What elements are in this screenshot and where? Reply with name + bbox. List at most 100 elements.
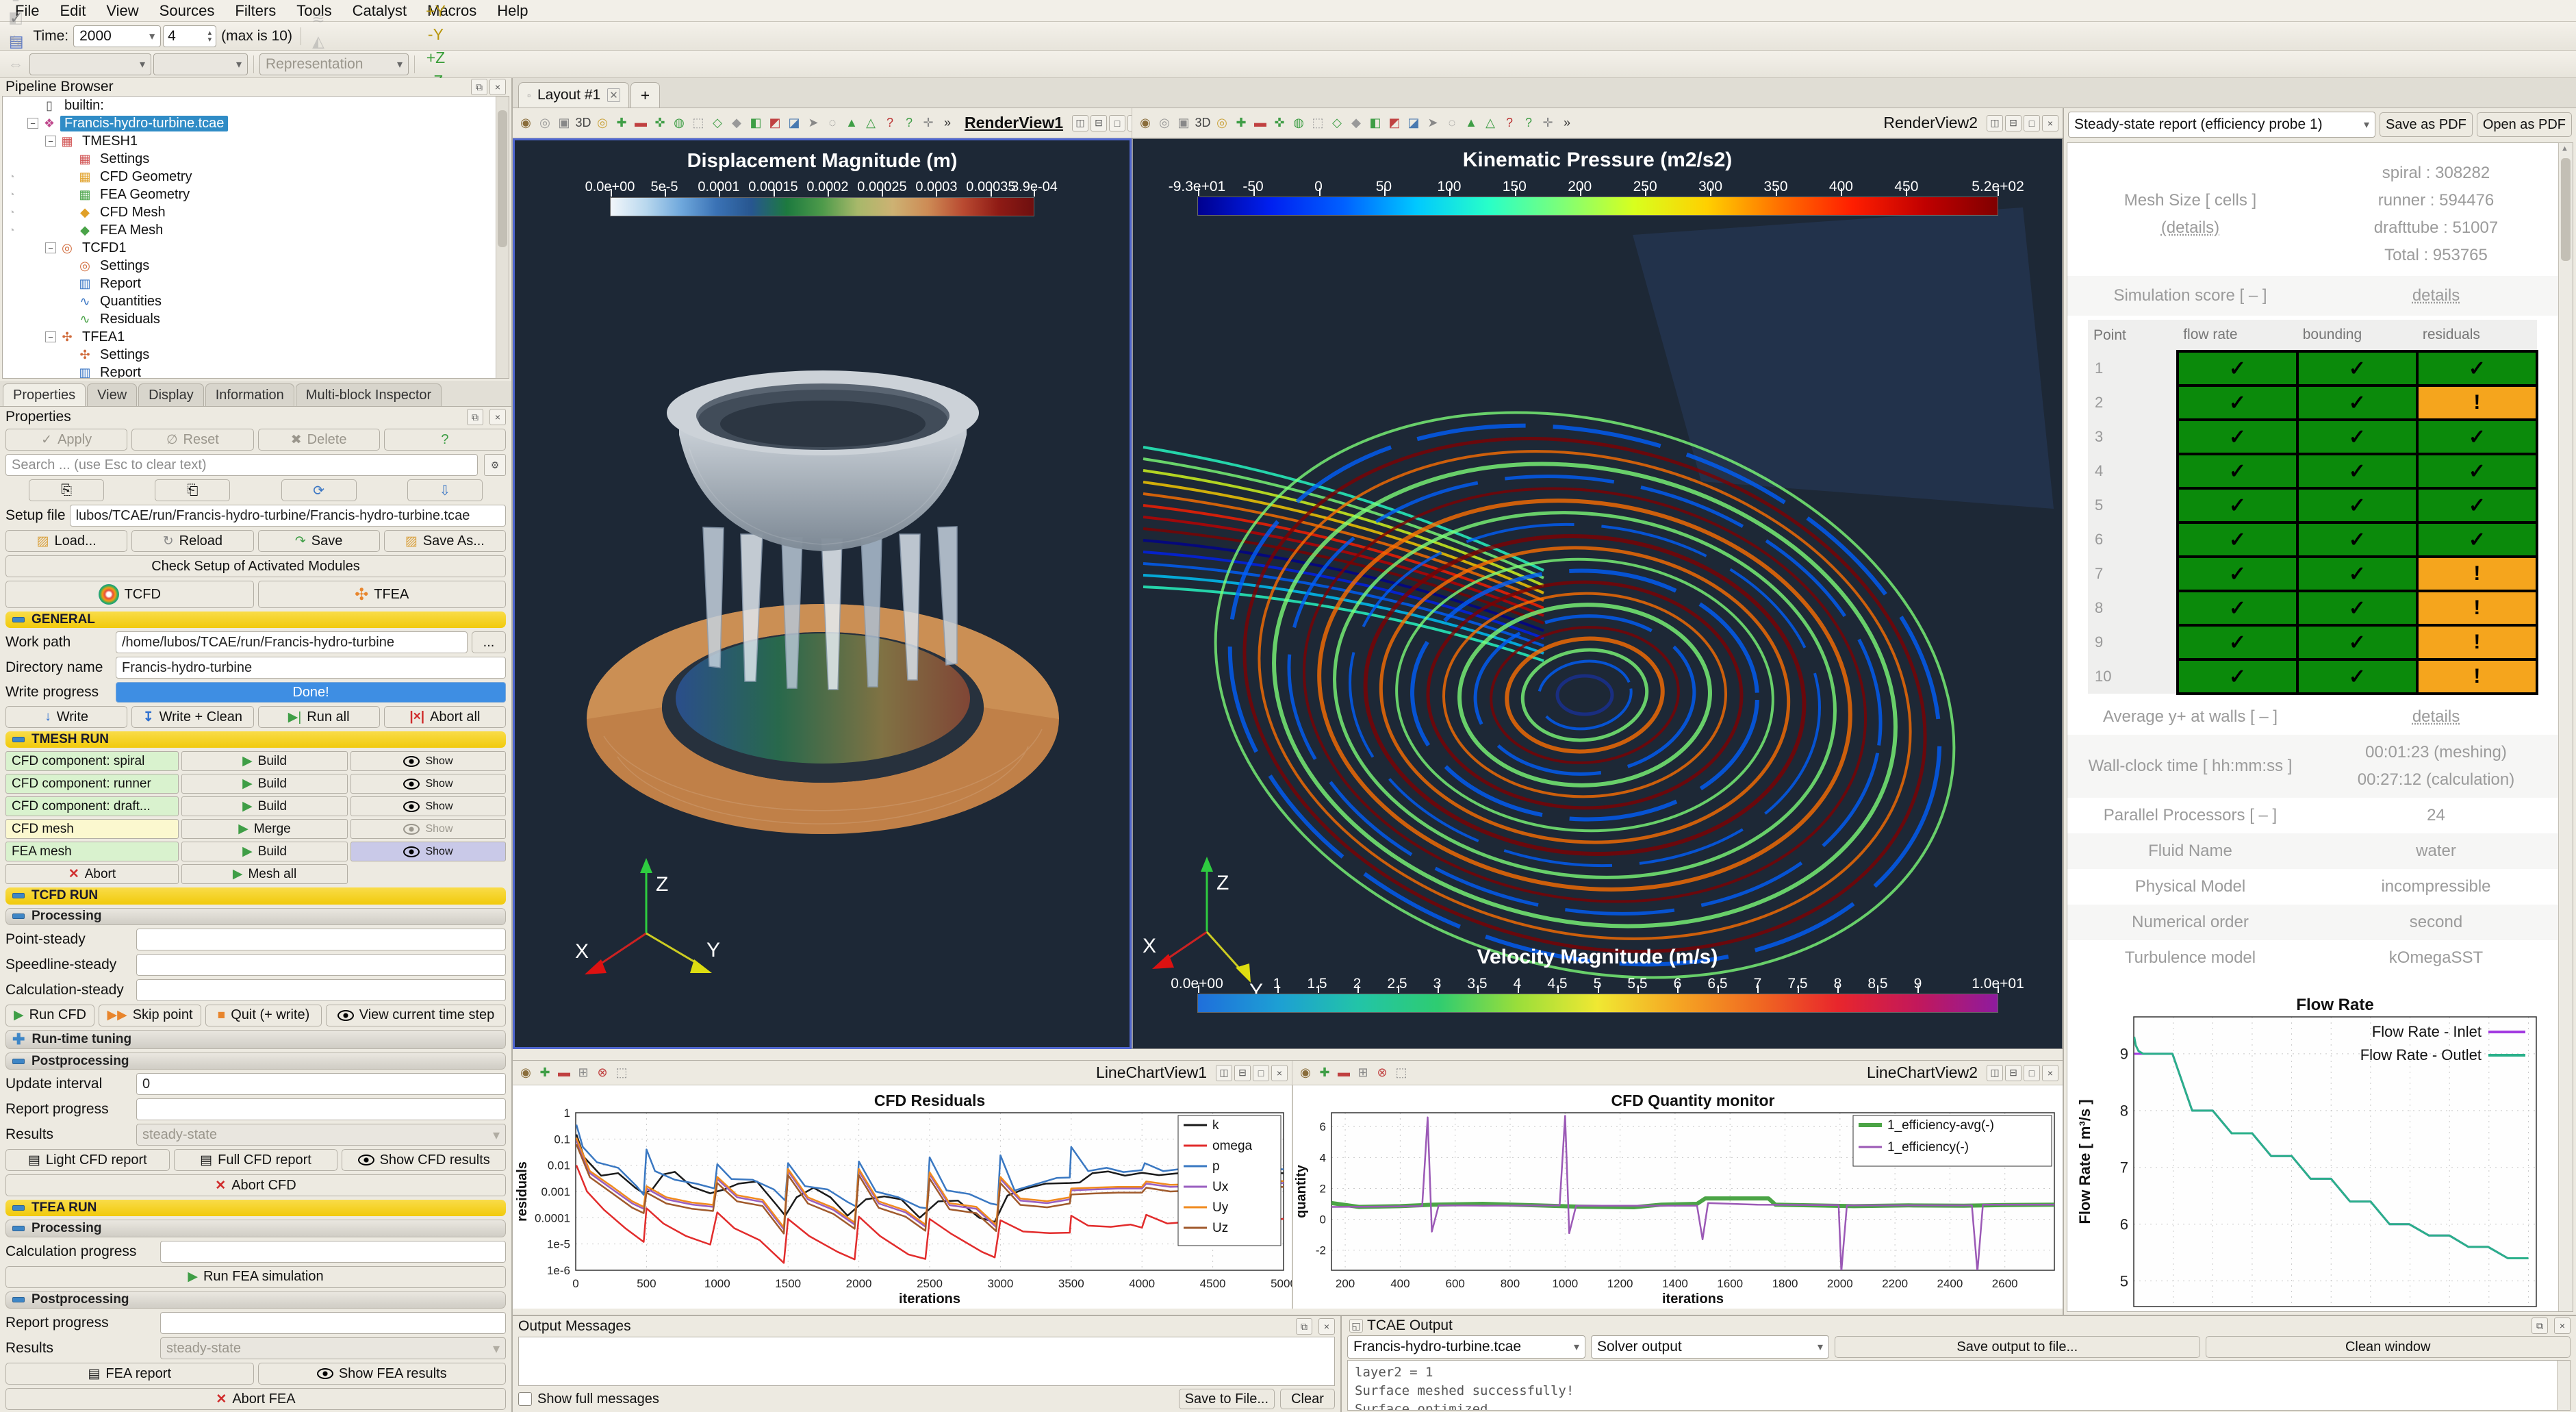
build-button[interactable]: ▶Build	[181, 842, 348, 861]
add-selection-icon[interactable]: ✚	[613, 114, 630, 132]
work-path-input[interactable]	[116, 631, 468, 653]
eye-icon[interactable]: ◔	[3, 189, 21, 201]
save-defaults-icon[interactable]: ⇩	[407, 479, 483, 501]
select-frustum-points-icon[interactable]: ◆	[728, 114, 745, 132]
split-horizontal-icon[interactable]: ◫	[1987, 115, 2003, 131]
light-cfd-report-button[interactable]: ▤Light CFD report	[5, 1149, 170, 1171]
grow-selection-icon[interactable]: ▲	[843, 114, 860, 132]
float-panel-icon[interactable]: ⧉	[2532, 1318, 2548, 1334]
time-value-combo[interactable]: 2000▾	[73, 25, 161, 47]
split-horizontal-icon[interactable]: ◫	[1072, 115, 1088, 131]
renderview2-title[interactable]: RenderView2	[1883, 114, 1978, 132]
camera-icon[interactable]: ▣	[1175, 114, 1193, 132]
show-button[interactable]: Show	[350, 796, 506, 816]
tab-display[interactable]: Display	[138, 383, 204, 406]
pipeline-item-report[interactable]: ▥Report	[3, 275, 509, 292]
interactive-cells-icon[interactable]: ◩	[766, 114, 784, 132]
hover-cells-icon[interactable]: ➤	[1424, 114, 1442, 132]
clear-chart-icon[interactable]: ⊗	[594, 1064, 611, 1082]
check-setup-button[interactable]: Check Setup of Activated Modules	[5, 555, 506, 577]
select-frustum-points-icon[interactable]: ◆	[1347, 114, 1365, 132]
add-view-icon[interactable]: ✚	[536, 1064, 554, 1082]
close-layout-icon[interactable]: ✕	[607, 88, 620, 102]
plus-y-icon[interactable]: +Y	[420, 0, 451, 23]
save-to-file-button[interactable]: Save to File...	[1179, 1389, 1275, 1409]
hover-points-icon[interactable]: ◌	[824, 114, 841, 132]
close-panel-icon[interactable]: ×	[2554, 1318, 2571, 1334]
menu-help[interactable]: Help	[487, 1, 537, 21]
hover-cells-icon[interactable]: ➤	[804, 114, 822, 132]
tcfd-module-button[interactable]: TCFD	[5, 581, 254, 608]
save-as-pdf-button[interactable]: Save as PDF	[2380, 112, 2473, 137]
tab-properties[interactable]: Properties	[3, 383, 86, 406]
browse-button[interactable]: ...	[472, 631, 506, 653]
maximize-icon[interactable]: □	[2024, 115, 2040, 131]
select-surface-cells-icon[interactable]: ◍	[1290, 114, 1308, 132]
zoom-box-icon[interactable]: ◎	[594, 114, 611, 132]
skip-point-button[interactable]: ▶▶Skip point	[99, 1005, 201, 1026]
reset-button[interactable]: ∅Reset	[131, 429, 253, 451]
build-button[interactable]: ▶Build	[181, 796, 348, 816]
menu-sources[interactable]: Sources	[150, 1, 225, 21]
vcr-bar-icon[interactable]: ▮	[4, 0, 27, 6]
pipeline-item-fea-mesh[interactable]: ◔◆FEA Mesh	[3, 221, 509, 239]
split-vertical-icon[interactable]: ⊟	[2005, 115, 2022, 131]
toggle-selection-icon[interactable]: ✜	[651, 114, 669, 132]
run-fea-button[interactable]: ▶Run FEA simulation	[5, 1266, 506, 1288]
mesh-all-button[interactable]: ▶Mesh all	[181, 864, 348, 884]
link-icon[interactable]: ◧	[4, 6, 27, 29]
remove-view-icon[interactable]: ▬	[555, 1064, 573, 1082]
clear-selection-icon[interactable]: ✛	[919, 114, 937, 132]
select-block-icon[interactable]: ◧	[747, 114, 765, 132]
show-button[interactable]: Show	[350, 842, 506, 861]
minus-y-icon[interactable]: -Y	[420, 23, 451, 47]
select-frustum-cells-icon[interactable]: ◇	[1328, 114, 1346, 132]
pipeline-item-settings[interactable]: ✣Settings	[3, 346, 509, 364]
show-fea-results-button[interactable]: Show FEA results	[258, 1363, 507, 1385]
output-type-select[interactable]: Solver output▾	[1591, 1335, 1829, 1359]
pipeline-item-francis-hydro-turbine-tcae[interactable]: −❖Francis-hydro-turbine.tcae	[3, 114, 509, 132]
capture-screenshot-icon[interactable]: ◉	[517, 1064, 535, 1082]
camera-icon[interactable]: ▣	[555, 114, 573, 132]
quit-write-button[interactable]: ■Quit (+ write)	[205, 1005, 322, 1026]
overflow-icon[interactable]: »	[1558, 114, 1576, 132]
tcfd-postprocessing-header[interactable]: Postprocessing	[5, 1052, 506, 1070]
export-icon[interactable]: ⊞	[1354, 1064, 1372, 1082]
overflow-icon[interactable]: »	[939, 114, 956, 132]
close-panel-icon[interactable]: ×	[489, 79, 506, 95]
setup-file-input[interactable]	[70, 505, 506, 527]
cfd-quantity-chart[interactable]: 2004006008001000120014001600180020002200…	[1292, 1085, 2063, 1309]
load-button[interactable]: ▨Load...	[5, 530, 127, 552]
toggle-3d-icon[interactable]: 3D	[1194, 114, 1212, 132]
run-cfd-button[interactable]: ▶Run CFD	[5, 1005, 94, 1026]
update-interval-input[interactable]	[136, 1073, 506, 1095]
gear-icon[interactable]: ⚙	[484, 454, 506, 476]
remove-view-icon[interactable]: ▬	[1335, 1064, 1353, 1082]
refresh-icon[interactable]: ⟳	[281, 479, 357, 501]
pipeline-item-report[interactable]: ▥Report	[3, 364, 509, 379]
report-scrollbar[interactable]	[2558, 143, 2573, 1311]
show-button[interactable]: Show	[350, 774, 506, 794]
show-cfd-results-button[interactable]: Show CFD results	[342, 1149, 506, 1171]
abort-cfd-button[interactable]: ✕Abort CFD	[5, 1174, 506, 1196]
float-panel-icon[interactable]: ⧉	[467, 409, 483, 425]
query-cells-icon[interactable]: ?	[881, 114, 899, 132]
save-output-button[interactable]: Save output to file...	[1835, 1336, 2200, 1358]
open-as-pdf-button[interactable]: Open as PDF	[2477, 112, 2572, 137]
abort-all-button[interactable]: |×|Abort all	[384, 706, 506, 728]
write-clean-button[interactable]: ↧Write + Clean	[131, 706, 253, 728]
maximize-icon[interactable]: □	[1109, 115, 1125, 131]
tmesh-abort-button[interactable]: ✕Abort	[5, 864, 179, 884]
query-points-icon[interactable]: ?	[1520, 114, 1538, 132]
help-button[interactable]: ?	[384, 429, 506, 451]
write-button[interactable]: ↓Write	[5, 706, 127, 728]
add-view-icon[interactable]: ✚	[1316, 1064, 1334, 1082]
paste-properties-icon[interactable]: ⎗	[155, 479, 230, 501]
select-surface-points-icon[interactable]: ⬚	[689, 114, 707, 132]
interactive-points-icon[interactable]: ◪	[785, 114, 803, 132]
tfea-section-header[interactable]: TFEA RUN	[5, 1200, 506, 1216]
pipeline-item-cfd-mesh[interactable]: ◔◆CFD Mesh	[3, 203, 509, 221]
capture-screenshot-icon[interactable]: ◉	[1136, 114, 1154, 132]
pipeline-item-tmesh1[interactable]: −▦TMESH1	[3, 132, 509, 150]
hover-points-icon[interactable]: ◌	[1443, 114, 1461, 132]
